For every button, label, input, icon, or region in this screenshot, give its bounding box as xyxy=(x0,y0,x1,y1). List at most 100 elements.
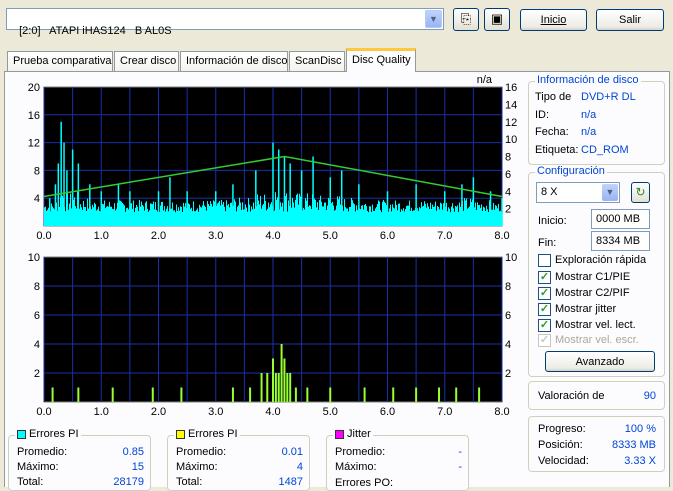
floppy-icon: ▣ xyxy=(490,11,504,26)
jitter-color-swatch xyxy=(335,429,344,439)
tab-create-disc[interactable]: Crear disco xyxy=(114,51,179,71)
tab-label: Disc Quality xyxy=(352,54,411,66)
disc-tag-value: CD_ROM xyxy=(581,144,629,156)
disc-type-value: DVD+R DL xyxy=(581,91,636,103)
x-tick-label: 8.0 xyxy=(494,406,509,418)
pi-max-label: Máximo: xyxy=(17,461,59,473)
show-c2-checkbox[interactable]: ✓ xyxy=(538,287,551,300)
start-button[interactable]: Inicio xyxy=(520,9,587,31)
x-tick-label: 8.0 xyxy=(494,230,509,242)
y-left-tick-label: 12 xyxy=(28,138,40,150)
y-left-tick-label: 8 xyxy=(34,165,40,177)
y-left-tick-label: 20 xyxy=(28,82,40,94)
po-errors-label: Errores PO: xyxy=(335,477,394,489)
jitter-avg-label: Promedio: xyxy=(335,446,386,458)
end-input[interactable]: 8334 MB xyxy=(591,231,650,251)
y-left-tick-label: 16 xyxy=(28,110,40,122)
pif-errors-group: Errores PI Promedio: 0.01 Máximo: 4 Tota… xyxy=(167,428,310,491)
progress-label: Progreso: xyxy=(538,423,586,435)
x-tick-label: 0.0 xyxy=(36,230,51,242)
y-right-tick-label: 2 xyxy=(505,368,511,380)
x-tick-label: 4.0 xyxy=(265,230,280,242)
advanced-button[interactable]: Avanzado xyxy=(545,351,655,372)
show-write-speed-checkbox: ✓ xyxy=(538,334,551,347)
x-tick-label: 5.0 xyxy=(323,230,338,242)
show-c1-checkbox[interactable]: ✓ xyxy=(538,271,551,284)
start-button-label: Inicio xyxy=(540,14,567,26)
disc-info-title: Información de disco xyxy=(535,74,641,86)
x-tick-label: 6.0 xyxy=(380,406,395,418)
jitter-max-value: - xyxy=(458,461,462,473)
y-right-tick-label: 16 xyxy=(505,82,517,94)
pif-max-value: 4 xyxy=(296,461,303,473)
x-tick-label: 1.0 xyxy=(94,230,109,242)
y-right-tick-label: 6 xyxy=(505,169,511,181)
rating-group: Valoración de 90 xyxy=(528,381,665,410)
start-input-value: 0000 MB xyxy=(596,213,641,225)
tab-label: Crear disco xyxy=(120,55,177,67)
disc-id-label: ID: xyxy=(535,109,550,121)
y-right-tick-label: 6 xyxy=(505,310,511,322)
progress-group: Progreso: 100 % Posición: 8333 MB Veloci… xyxy=(528,416,665,472)
pi-avg-label: Promedio: xyxy=(17,446,68,458)
refresh-button[interactable]: ↻ xyxy=(631,182,650,203)
rating-label: Valoración de xyxy=(538,390,605,402)
drive-select[interactable]: [2:0] ATAPI iHAS124 B AL0S ▼ xyxy=(6,8,444,37)
y-right-tick-label: 4 xyxy=(505,186,511,198)
y-left-tick-label: 4 xyxy=(34,193,40,205)
chevron-down-icon[interactable]: ▼ xyxy=(425,10,442,28)
drive-select-value: [2:0] ATAPI iHAS124 B AL0S xyxy=(19,25,172,37)
quick-scan-checkbox[interactable] xyxy=(538,254,551,267)
speed-select[interactable]: 8 X ▼ xyxy=(536,182,620,203)
tab-label: Prueba comparativa xyxy=(13,55,112,67)
jitter-title: Jitter xyxy=(333,428,373,440)
y-right-tick-label: 8 xyxy=(505,281,511,293)
copy-button[interactable]: ⎘ xyxy=(453,8,479,31)
chevron-down-icon[interactable]: ▼ xyxy=(602,184,618,201)
tab-scandisc[interactable]: ScanDisc xyxy=(289,51,345,71)
pi-chart: 20 16 12 8 4 16 14 12 10 8 6 4 2 0.0 1.0 2.0 3.0 4.0 5.0 6.… xyxy=(8,74,524,252)
exit-button-label: Salir xyxy=(618,14,641,26)
pif-color-swatch xyxy=(176,429,185,439)
pif-total-label: Total: xyxy=(176,476,203,488)
pi-avg-value: 0.85 xyxy=(122,446,144,458)
show-read-speed-checkbox[interactable]: ✓ xyxy=(538,319,551,332)
tab-disc-info[interactable]: Información de disco xyxy=(180,51,288,71)
y-right-tick-label: 10 xyxy=(505,134,517,146)
y-left-tick-label: 8 xyxy=(34,281,40,293)
pi-total-label: Total: xyxy=(17,476,44,488)
pif-chart: 10 8 6 4 2 10 8 6 4 2 0.0 1.0 2.0 3.0 4.0 5.0 6.0 7.0 8.0 xyxy=(8,252,524,424)
refresh-icon: ↻ xyxy=(635,185,646,199)
speed-value: 3.33 X xyxy=(624,455,656,467)
tab-benchmark[interactable]: Prueba comparativa xyxy=(7,51,113,71)
y-left-tick-label: 10 xyxy=(28,252,40,264)
position-label: Posición: xyxy=(538,439,583,451)
jitter-avg-value: - xyxy=(458,446,462,458)
pi-errors-group: Errores PI Promedio: 0.85 Máximo: 15 Tot… xyxy=(8,428,151,491)
x-tick-label: 4.0 xyxy=(265,406,280,418)
disc-tag-label: Etiqueta: xyxy=(535,144,579,156)
x-tick-label: 3.0 xyxy=(208,406,223,418)
exit-button[interactable]: Salir xyxy=(596,9,664,31)
show-jitter-label: Mostrar jitter xyxy=(555,303,617,315)
show-read-speed-label: Mostrar vel. lect. xyxy=(555,319,636,331)
x-tick-label: 7.0 xyxy=(437,230,452,242)
disc-date-value: n/a xyxy=(581,126,597,138)
y-right-tick-label: 10 xyxy=(505,252,517,264)
pif-avg-value: 0.01 xyxy=(281,446,303,458)
progress-value: 100 % xyxy=(624,423,656,435)
save-button[interactable]: ▣ xyxy=(484,8,510,31)
tab-disc-quality[interactable]: Disc Quality xyxy=(346,48,416,72)
disc-info-group: Información de disco Tipo de DVD+R DL ID… xyxy=(528,74,665,165)
pi-chart-svg: 20 16 12 8 4 16 14 12 10 8 6 4 2 0.0 1.0 2.0 3.0 4.0 5.0 6.… xyxy=(28,74,518,242)
pi-total-value: 28179 xyxy=(113,476,144,488)
x-tick-label: 2.0 xyxy=(151,230,166,242)
disc-id-value: n/a xyxy=(581,109,597,121)
start-input[interactable]: 0000 MB xyxy=(591,209,650,229)
pi-color-swatch xyxy=(17,429,26,439)
speed-select-value: 8 X xyxy=(541,186,558,198)
y-right-tick-label: 2 xyxy=(505,204,511,216)
config-title: Configuración xyxy=(535,165,607,177)
show-jitter-checkbox[interactable]: ✓ xyxy=(538,303,551,316)
tab-label: Información de disco xyxy=(186,55,288,67)
